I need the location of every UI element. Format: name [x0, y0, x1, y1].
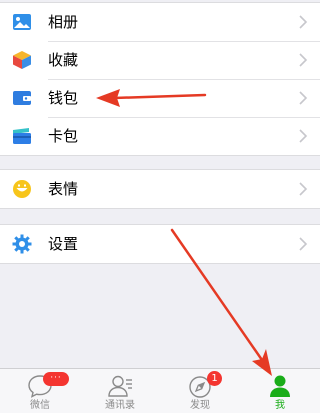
- menu-item-album[interactable]: 相册: [0, 3, 320, 41]
- menu-item-wallet[interactable]: 钱包: [0, 79, 320, 117]
- wallet-icon: [13, 91, 31, 105]
- menu-item-stickers[interactable]: 表情: [0, 170, 320, 208]
- menu-item-label: 设置: [48, 235, 79, 253]
- favorites-cube-icon: [13, 51, 31, 69]
- contacts-icon: [108, 375, 132, 397]
- menu-item-label: 表情: [48, 180, 79, 198]
- chevron-right-icon: [299, 182, 308, 196]
- menu-item-label: 卡包: [48, 127, 79, 145]
- smiley-icon: [13, 180, 31, 198]
- menu-item-label: 收藏: [48, 51, 79, 69]
- tab-label: 我: [275, 400, 285, 411]
- me-page-screen: 相册 收藏 钱包 卡包 表情 设置 ··· 微信 通讯录 1 发现 我: [0, 0, 320, 413]
- photo-album-icon: [13, 14, 31, 30]
- unread-badge: ···: [43, 372, 69, 386]
- chevron-right-icon: [299, 237, 308, 251]
- bottom-tab-bar: ··· 微信 通讯录 1 发现 我: [0, 368, 320, 413]
- tab-label: 发现: [190, 400, 210, 411]
- tab-discover[interactable]: 1 发现: [160, 369, 240, 413]
- chevron-right-icon: [299, 129, 308, 143]
- menu-group-2: 表情: [0, 169, 320, 209]
- tab-label: 微信: [30, 400, 50, 411]
- gear-icon: [12, 234, 32, 254]
- menu-item-label: 相册: [48, 13, 79, 31]
- tab-chats[interactable]: ··· 微信: [0, 369, 80, 413]
- menu-item-settings[interactable]: 设置: [0, 225, 320, 263]
- menu-item-label: 钱包: [48, 89, 79, 107]
- menu-item-card-pack[interactable]: 卡包: [0, 117, 320, 155]
- person-icon: [270, 375, 290, 397]
- chevron-right-icon: [299, 15, 308, 29]
- notification-badge: 1: [207, 371, 222, 386]
- tab-contacts[interactable]: 通讯录: [80, 369, 160, 413]
- menu-group-1: 相册 收藏 钱包 卡包: [0, 2, 320, 156]
- chevron-right-icon: [299, 53, 308, 67]
- menu-group-3: 设置: [0, 224, 320, 264]
- card-pack-icon: [13, 128, 31, 144]
- tab-label: 通讯录: [105, 400, 135, 411]
- menu-item-favorites[interactable]: 收藏: [0, 41, 320, 79]
- tab-me[interactable]: 我: [240, 369, 320, 413]
- chevron-right-icon: [299, 91, 308, 105]
